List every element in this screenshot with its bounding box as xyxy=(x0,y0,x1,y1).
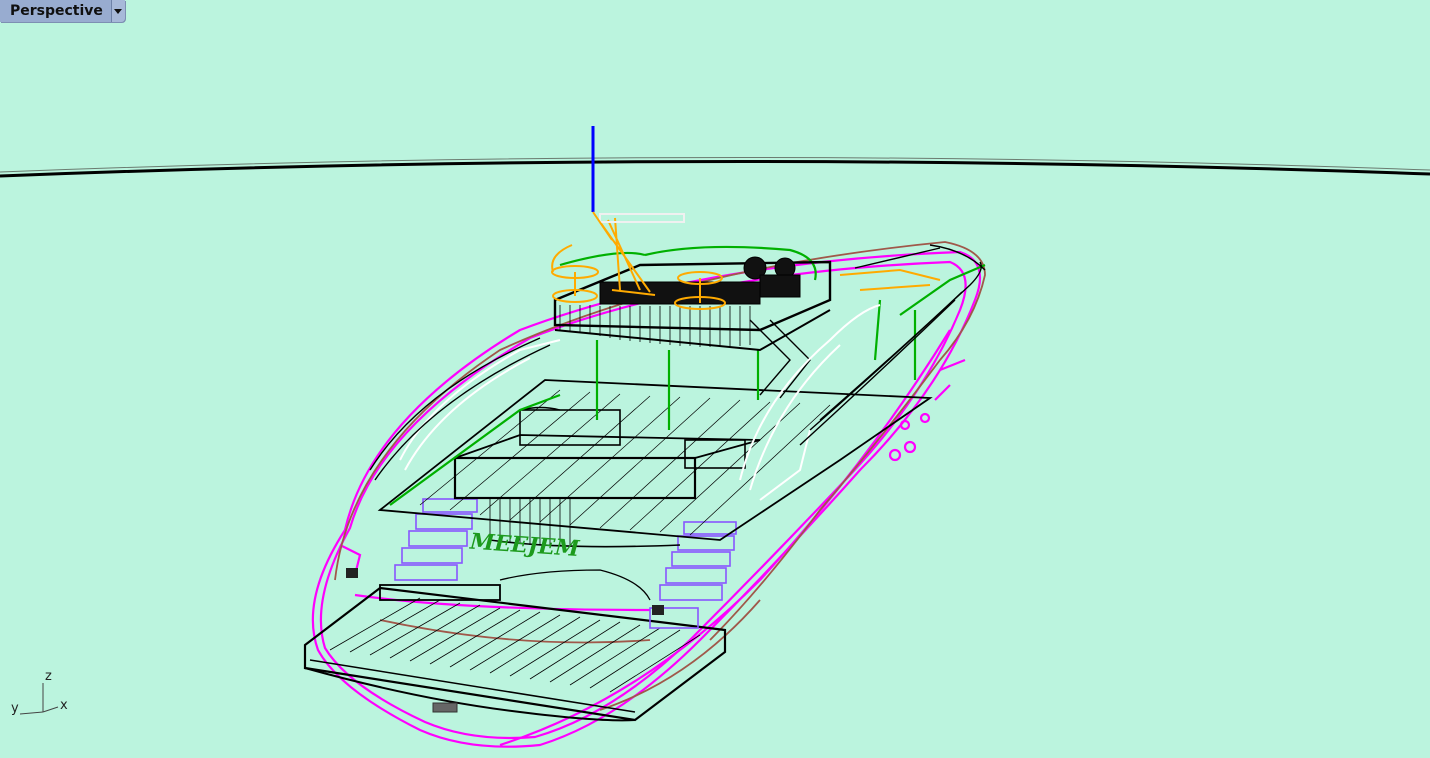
viewport-title-tab[interactable]: Perspective xyxy=(0,0,125,22)
axis-gizmo: z x y xyxy=(11,669,68,716)
axis-x-label: x xyxy=(60,698,68,713)
axis-z-label: z xyxy=(45,669,52,684)
viewport-menu-button[interactable] xyxy=(110,0,125,22)
main-deck xyxy=(377,379,933,601)
cleat xyxy=(652,605,664,615)
axis-y-label: y xyxy=(11,701,19,716)
perspective-viewport[interactable]: MEEJEM z x y Perspective xyxy=(0,0,1430,758)
chevron-down-icon xyxy=(114,8,123,14)
hull-name-text: MEEJEM xyxy=(468,528,581,562)
cleat xyxy=(346,568,358,578)
wireframe-canvas[interactable]: MEEJEM z x y xyxy=(0,0,1430,758)
viewport-name[interactable]: Perspective xyxy=(0,0,111,22)
